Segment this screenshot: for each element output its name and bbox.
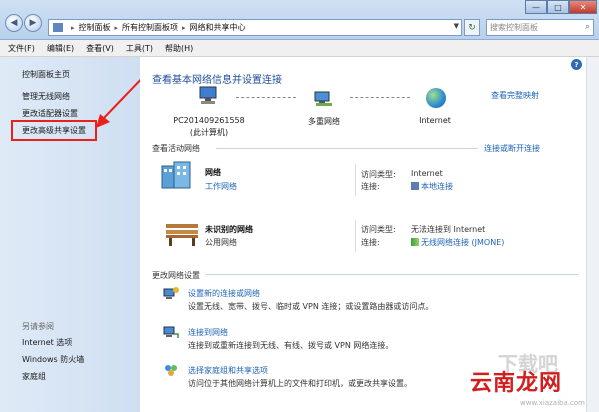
breadcrumb-separator: ▸ (182, 23, 186, 32)
forward-button[interactable]: ▶ (24, 14, 42, 32)
address-bar[interactable]: ▸ 控制面板 ▸ 所有控制面板项 ▸ 网络和共享中心 ▼ (48, 19, 462, 36)
access-type-label: 访问类型: (361, 170, 396, 179)
local-connection-label: 本地连接 (421, 182, 453, 191)
node-multi-network: 多重网络 (308, 117, 340, 126)
breadcrumb-all-items[interactable]: 所有控制面板项 (122, 22, 178, 33)
task-description: 连接到或重新连接到无线、有线、拨号或 VPN 网络连接。 (188, 341, 394, 350)
menu-view[interactable]: 查看(V) (86, 43, 114, 54)
connection-line (350, 97, 410, 98)
breadcrumb-separator: ▸ (71, 23, 75, 32)
breadcrumb-control-panel[interactable]: 控制面板 (79, 22, 111, 33)
connection-line (236, 97, 296, 98)
network-type: 公用网络 (205, 238, 237, 247)
node-pc-name: PC201409261558 (173, 116, 245, 125)
search-placeholder: 搜索控制面板 (490, 23, 538, 32)
connect-network-icon (163, 326, 179, 338)
search-input[interactable]: 搜索控制面板 ⌕ (486, 19, 594, 36)
node-pc-sub: (此计算机) (189, 128, 229, 137)
control-panel-icon (53, 23, 63, 32)
multi-network-icon (314, 91, 332, 106)
sidebar-item-internet-options[interactable]: Internet 选项 (22, 337, 72, 348)
menu-bar: 文件(F) 编辑(E) 查看(V) 工具(T) 帮助(H) (0, 40, 599, 57)
node-internet: Internet (419, 116, 451, 125)
task-new-connection-link[interactable]: 设置新的连接或网络 (188, 288, 260, 299)
chevron-down-icon[interactable]: ▼ (454, 22, 459, 30)
breadcrumb-separator: ▸ (114, 23, 119, 32)
divider (216, 148, 478, 149)
connect-disconnect-link[interactable]: 连接或断开连接 (484, 143, 540, 154)
sidebar-item-firewall[interactable]: Windows 防火墙 (22, 354, 84, 365)
help-icon[interactable]: ? (571, 59, 582, 70)
change-settings-heading: 更改网络设置 (152, 271, 200, 280)
new-connection-icon (163, 287, 179, 299)
work-network-icon (161, 161, 191, 189)
wifi-signal-icon (411, 238, 419, 246)
network-name: 未识别的网络 (205, 225, 253, 234)
menu-tools[interactable]: 工具(T) (126, 43, 153, 54)
divider (355, 164, 356, 196)
page-title: 查看基本网络信息并设置连接 (152, 75, 282, 86)
sidebar-item-adapter[interactable]: 更改适配器设置 (22, 108, 78, 119)
homegroup-icon (165, 365, 177, 376)
search-icon[interactable]: ⌕ (585, 22, 590, 32)
sidebar-item-homegroup[interactable]: 家庭组 (22, 371, 46, 382)
sidebar-item-wifi[interactable]: 管理无线网络 (22, 91, 70, 102)
local-connection-link[interactable]: 本地连接 (411, 181, 453, 192)
network-type-link[interactable]: 工作网络 (205, 181, 237, 192)
breadcrumb-network-center[interactable]: 网络和共享中心 (190, 22, 246, 33)
access-type-label: 访问类型: (361, 225, 396, 234)
menu-edit[interactable]: 编辑(E) (47, 43, 74, 54)
access-type-value: Internet (411, 169, 443, 178)
title-bar: ◀ ▶ ▸ 控制面板 ▸ 所有控制面板项 ▸ 网络和共享中心 ▼ ↻ 搜索控制面… (0, 0, 599, 40)
ethernet-icon (411, 182, 419, 190)
connection-label: 连接: (361, 182, 380, 191)
back-button[interactable]: ◀ (5, 14, 23, 32)
task-homegroup-link[interactable]: 选择家庭组和共享选项 (188, 365, 268, 376)
connection-label: 连接: (361, 238, 380, 247)
task-connect-network-link[interactable]: 连接到网络 (188, 327, 228, 338)
task-description: 设置无线、宽带、拨号、临时或 VPN 连接；或设置路由器或访问点。 (188, 302, 434, 311)
watermark-logo: 云南龙网 (470, 371, 563, 396)
see-also-heading: 另请参阅 (22, 322, 54, 331)
access-type-value: 无法连接到 Internet (411, 225, 486, 234)
menu-help[interactable]: 帮助(H) (165, 43, 193, 54)
divider (355, 220, 356, 252)
divider (206, 274, 578, 275)
internet-globe-icon (426, 88, 446, 108)
wireless-connection-link[interactable]: 无线网络连接 (JMONE) (411, 237, 504, 248)
bench-icon (166, 224, 198, 246)
wireless-connection-label: 无线网络连接 (JMONE) (421, 238, 505, 247)
network-name: 网络 (205, 168, 221, 177)
view-full-map-link[interactable]: 查看完整映射 (491, 90, 539, 101)
menu-file[interactable]: 文件(F) (8, 43, 35, 54)
active-networks-heading: 查看活动网络 (152, 144, 200, 153)
highlight-box (11, 120, 97, 141)
watermark-url: www.xiazaiba.com (520, 399, 585, 407)
scrollbar[interactable] (586, 57, 599, 412)
maximize-button[interactable]: □ (547, 0, 569, 14)
computer-icon (199, 86, 217, 104)
minimize-button[interactable]: — (525, 0, 547, 14)
close-button[interactable]: ✕ (569, 0, 597, 14)
refresh-button[interactable]: ↻ (464, 19, 480, 36)
task-description: 访问位于其他网络计算机上的文件和打印机，或更改共享设置。 (188, 379, 412, 388)
sidebar-item-home[interactable]: 控制面板主页 (22, 69, 70, 80)
